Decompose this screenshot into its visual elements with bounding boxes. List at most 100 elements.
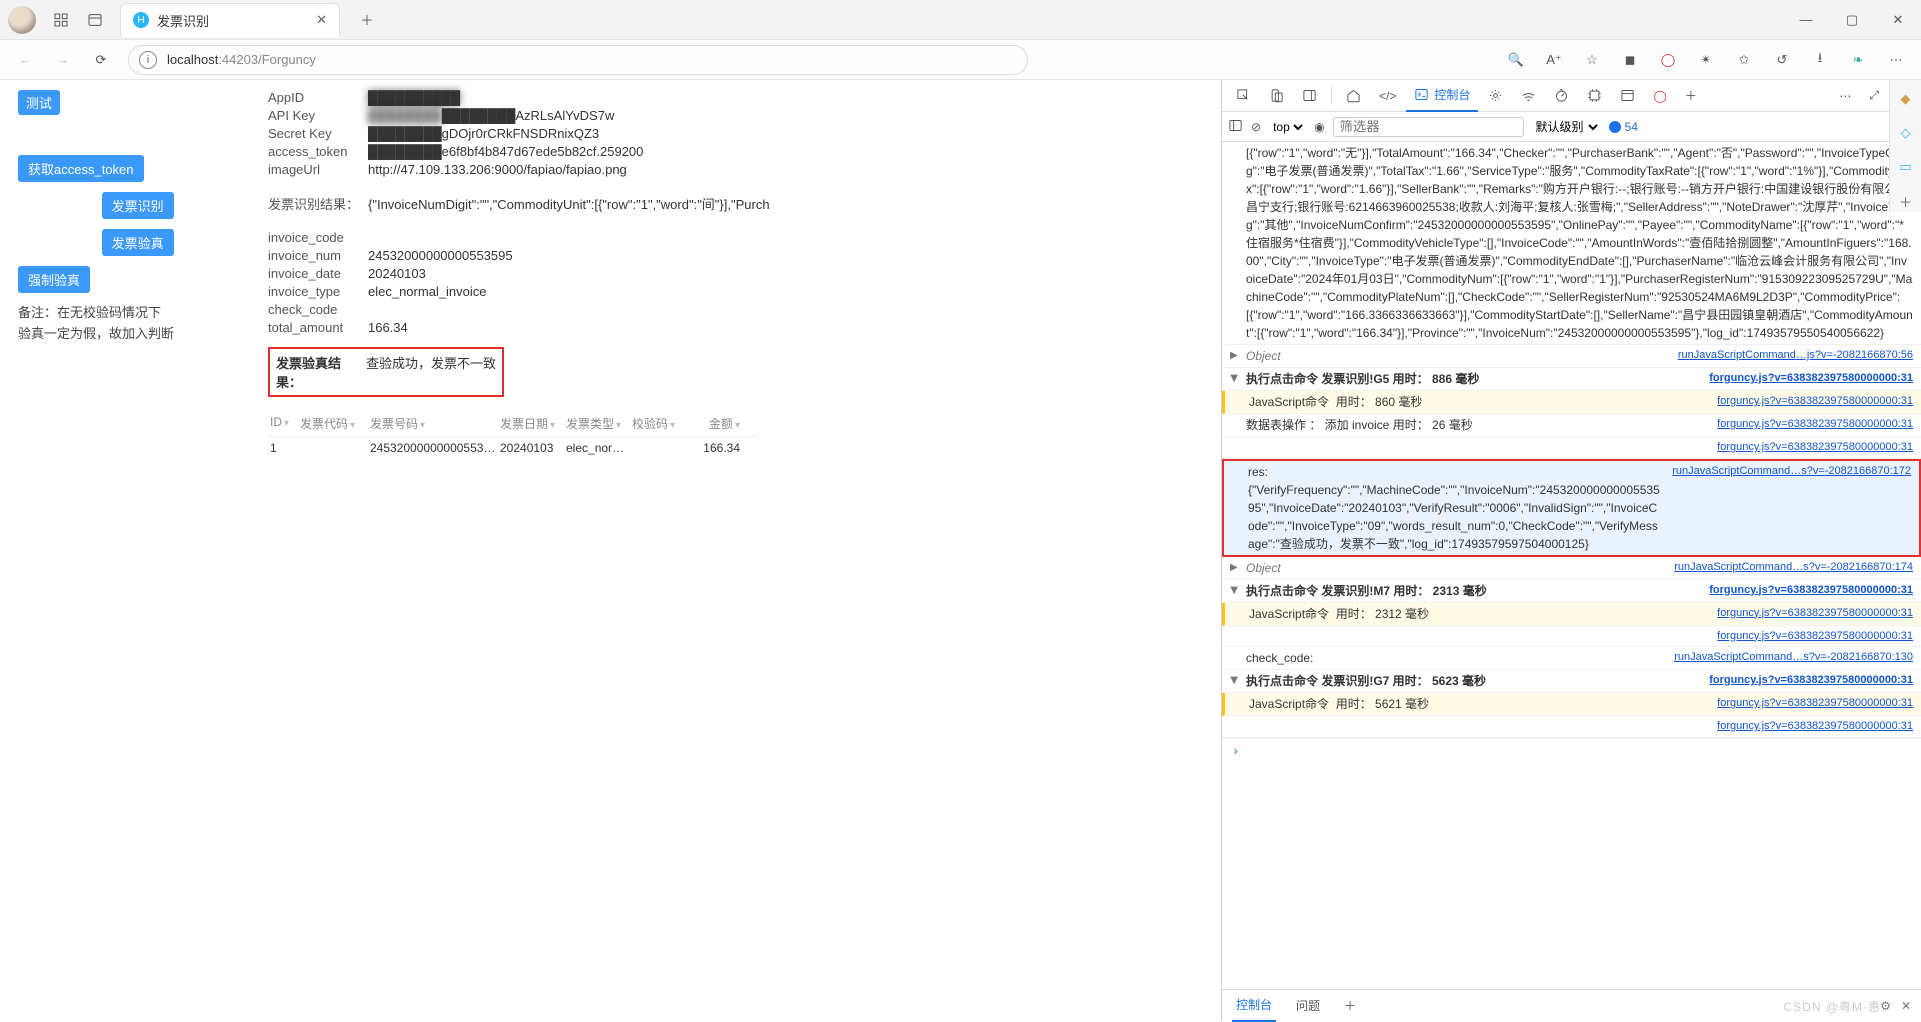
console-log[interactable]: check_code:runJavaScriptCommand…s?v=-208…: [1222, 647, 1921, 670]
verify-button[interactable]: 发票验真: [102, 229, 174, 256]
dt-network-icon[interactable]: [1513, 80, 1544, 112]
log-source-link[interactable]: forguncy.js?v=638382397580000000:31: [1717, 628, 1913, 645]
log-source-link[interactable]: runJavaScriptCommand…s?v=-2082166870:172: [1672, 463, 1911, 553]
console-log[interactable]: [{"row":"1","word":"无"}],"TotalAmount":"…: [1222, 142, 1921, 345]
dt-device-icon[interactable]: [1261, 80, 1292, 112]
log-source-link[interactable]: runJavaScriptCommand…js?v=-2082166870:56: [1678, 347, 1913, 365]
console-log[interactable]: JavaScript命令 用时： 5621 毫秒forguncy.js?v=63…: [1222, 693, 1921, 716]
read-aloud-icon[interactable]: A⁺: [1537, 43, 1571, 77]
search-icon[interactable]: 🔍: [1499, 43, 1533, 77]
th-amt[interactable]: 金额: [709, 417, 733, 431]
th-id[interactable]: ID: [270, 415, 282, 429]
history-icon[interactable]: ↺: [1765, 43, 1799, 77]
drawer-close-icon[interactable]: ✕: [1901, 999, 1911, 1013]
dt-plus-tab[interactable]: ＋: [1677, 80, 1705, 112]
th-num[interactable]: 发票号码: [370, 417, 418, 431]
ext-1-icon[interactable]: ◼: [1613, 43, 1647, 77]
th-date[interactable]: 发票日期: [500, 417, 548, 431]
favorites-bar-icon[interactable]: ✩: [1727, 43, 1761, 77]
dt-app-icon[interactable]: [1612, 80, 1643, 112]
url-input[interactable]: i localhost:44203/Forguncy: [128, 45, 1028, 75]
log-source-link[interactable]: forguncy.js?v=638382397580000000:31: [1709, 672, 1913, 690]
dt-sources-icon[interactable]: [1480, 80, 1511, 112]
log-source-link[interactable]: forguncy.js?v=638382397580000000:31: [1717, 393, 1913, 411]
recognize-button[interactable]: 发票识别: [102, 192, 174, 219]
th-code[interactable]: 发票代码: [300, 417, 348, 431]
forward-button[interactable]: →: [46, 43, 80, 77]
new-tab-button[interactable]: ＋: [350, 3, 384, 37]
extensions-icon[interactable]: ✴: [1689, 43, 1723, 77]
dt-console-tab[interactable]: 控制台: [1406, 80, 1478, 112]
console-log[interactable]: 数据表操作 ： 添加 invoice 用时： 26 毫秒forguncy.js?…: [1222, 414, 1921, 437]
side-ext-2-icon[interactable]: ◇: [1895, 122, 1917, 144]
maximize-button[interactable]: ▢: [1829, 0, 1875, 40]
dt-inspect-icon[interactable]: [1228, 80, 1259, 112]
dt-memory-icon[interactable]: [1579, 80, 1610, 112]
ext-2-icon[interactable]: ◯: [1651, 43, 1685, 77]
console-log[interactable]: ▶执行点击命令 发票识别!G7 用时： 5623 毫秒forguncy.js?v…: [1222, 670, 1921, 693]
log-source-link[interactable]: forguncy.js?v=638382397580000000:31: [1717, 695, 1913, 713]
console-log[interactable]: forguncy.js?v=638382397580000000:31: [1222, 626, 1921, 648]
dt-welcome-icon[interactable]: [1338, 80, 1369, 112]
get-token-button[interactable]: 获取access_token: [18, 155, 144, 182]
log-source-link[interactable]: forguncy.js?v=638382397580000000:31: [1717, 605, 1913, 623]
dt-filter-input[interactable]: [1333, 117, 1524, 137]
close-tab-icon[interactable]: ✕: [316, 12, 327, 28]
reload-button[interactable]: ⟳: [84, 43, 118, 77]
test-button[interactable]: 测试: [18, 90, 60, 115]
log-source-link[interactable]: forguncy.js?v=638382397580000000:31: [1717, 439, 1913, 456]
log-source-link[interactable]: forguncy.js?v=638382397580000000:31: [1709, 582, 1913, 600]
dt-more-icon[interactable]: ⋯: [1831, 80, 1859, 112]
log-source-link[interactable]: runJavaScriptCommand…s?v=-2082166870:174: [1674, 559, 1913, 577]
log-source-link[interactable]: runJavaScriptCommand…s?v=-2082166870:130: [1674, 649, 1913, 667]
console-log-highlight[interactable]: res:{"VerifyFrequency":"","MachineCode":…: [1222, 459, 1921, 557]
downloads-icon[interactable]: ⭳: [1803, 43, 1837, 77]
console-prompt[interactable]: ›: [1222, 738, 1921, 765]
dt-dock-icon[interactable]: ⤢: [1861, 80, 1887, 112]
console-log[interactable]: forguncy.js?v=638382397580000000:31: [1222, 437, 1921, 459]
console-log[interactable]: ▶执行点击命令 发票识别!M7 用时： 2313 毫秒forguncy.js?v…: [1222, 580, 1921, 603]
dt-issues-count[interactable]: 54: [1609, 120, 1638, 134]
drawer-console-tab[interactable]: 控制台: [1232, 990, 1276, 1022]
log-source-link[interactable]: forguncy.js?v=638382397580000000:31: [1717, 718, 1913, 735]
th-check[interactable]: 校验码: [632, 417, 668, 431]
table-row[interactable]: 1 24532000000000553… 20240103 elec_nor… …: [268, 437, 758, 459]
dt-perf-icon[interactable]: [1546, 80, 1577, 112]
drawer-gear-icon[interactable]: ⚙: [1880, 999, 1891, 1013]
dt-eye-icon[interactable]: ◉: [1314, 120, 1324, 134]
side-ext-3-icon[interactable]: ▭: [1895, 156, 1917, 178]
browser-tab[interactable]: H 发票识别 ✕: [120, 3, 340, 37]
profile-avatar[interactable]: [8, 6, 36, 34]
console-log[interactable]: forguncy.js?v=638382397580000000:31: [1222, 716, 1921, 738]
log-source-link[interactable]: forguncy.js?v=638382397580000000:31: [1717, 416, 1913, 434]
panel-icon[interactable]: [78, 3, 112, 37]
dt-clear-icon[interactable]: ⊘: [1251, 120, 1261, 134]
console-log[interactable]: ▶ObjectrunJavaScriptCommand…s?v=-2082166…: [1222, 557, 1921, 580]
console-log[interactable]: JavaScript命令 用时： 860 毫秒forguncy.js?v=638…: [1222, 391, 1921, 414]
side-plus-icon[interactable]: ＋: [1895, 190, 1917, 212]
site-info-icon[interactable]: i: [139, 51, 157, 69]
more-icon[interactable]: ⋯: [1879, 43, 1913, 77]
drawer-issues-tab[interactable]: 问题: [1292, 990, 1324, 1022]
workspaces-icon[interactable]: [44, 3, 78, 37]
dt-panel-icon[interactable]: [1294, 80, 1325, 112]
dt-elements-tab[interactable]: </>: [1371, 80, 1404, 112]
console-log[interactable]: JavaScript命令 用时： 2312 毫秒forguncy.js?v=63…: [1222, 603, 1921, 626]
console-log[interactable]: ▶ObjectrunJavaScriptCommand…js?v=-208216…: [1222, 345, 1921, 368]
dt-ext-icon[interactable]: ◯: [1645, 80, 1674, 112]
dt-sidebar-toggle-icon[interactable]: [1228, 118, 1243, 136]
side-ext-1-icon[interactable]: ◆: [1895, 88, 1917, 110]
dt-context-select[interactable]: top: [1269, 119, 1306, 135]
back-button[interactable]: ←: [8, 43, 42, 77]
log-source-link[interactable]: forguncy.js?v=638382397580000000:31: [1709, 370, 1913, 388]
minimize-button[interactable]: ―: [1783, 0, 1829, 40]
th-type[interactable]: 发票类型: [566, 417, 614, 431]
console-log[interactable]: ▶执行点击命令 发票识别!G5 用时： 886 毫秒forguncy.js?v=…: [1222, 368, 1921, 391]
dt-level-select[interactable]: 默认级别: [1532, 119, 1601, 135]
favorite-icon[interactable]: ☆: [1575, 43, 1609, 77]
close-window-button[interactable]: ✕: [1875, 0, 1921, 40]
ext-3-icon[interactable]: ❧: [1841, 43, 1875, 77]
drawer-plus-icon[interactable]: ＋: [1340, 990, 1360, 1022]
console-output[interactable]: [{"row":"1","word":"无"}],"TotalAmount":"…: [1222, 142, 1921, 989]
force-verify-button[interactable]: 强制验真: [18, 266, 90, 293]
